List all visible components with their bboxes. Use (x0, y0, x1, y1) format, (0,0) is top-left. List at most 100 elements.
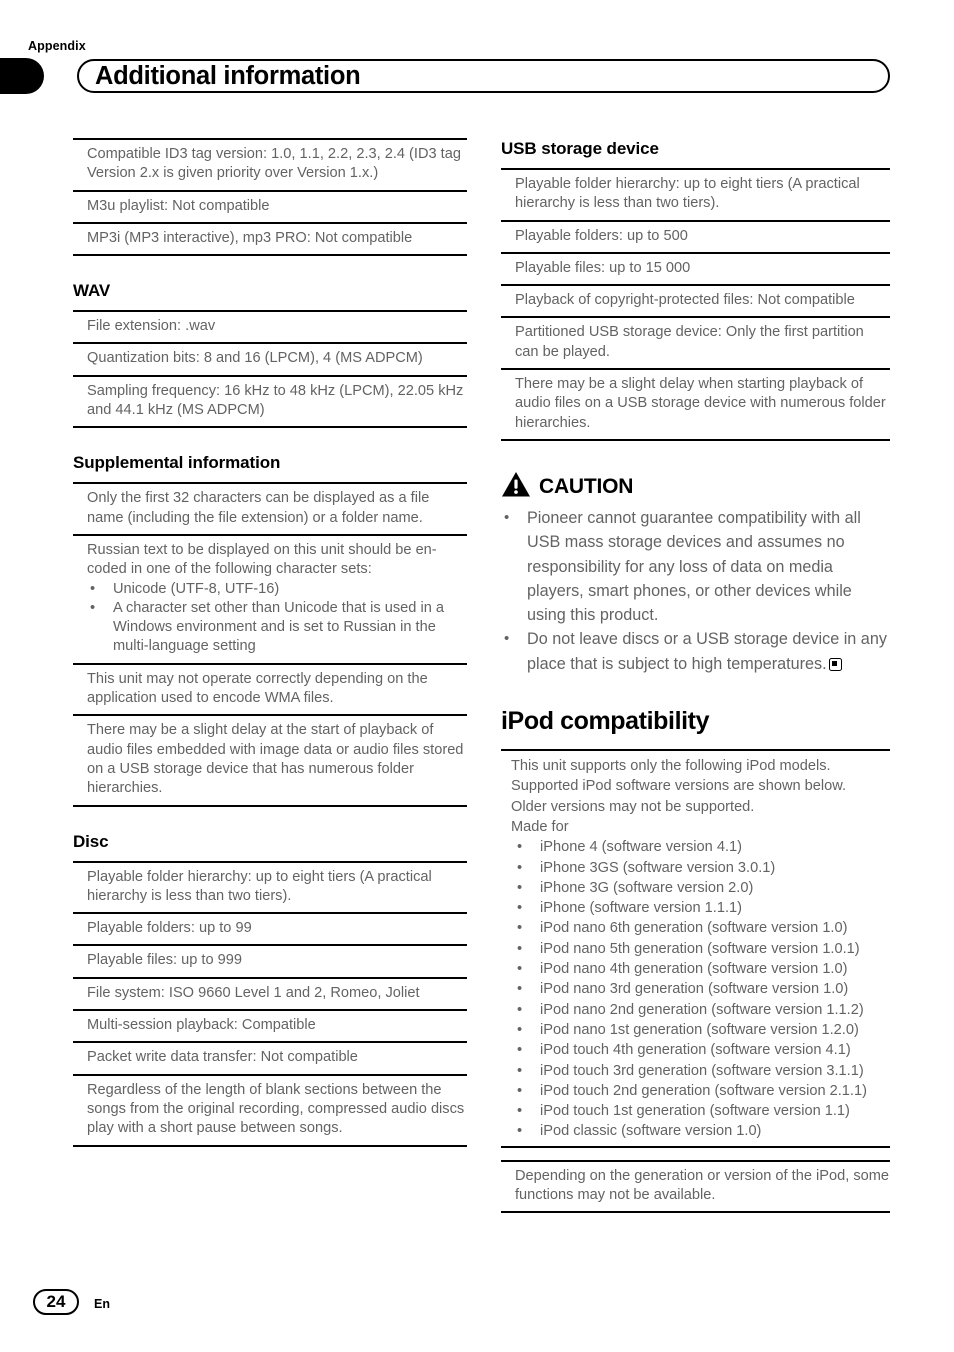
list-item-label: iPod nano 1st generation (software versi… (540, 1021, 859, 1038)
table-row: Quantization bits: 8 and 16 (LPCM), 4 (M… (73, 344, 467, 377)
list-item: • iPod nano 1st generation (software vers… (511, 1020, 890, 1040)
right-column: USB storage device Playable folder hiera… (501, 138, 890, 1214)
list-item: • Unicode (UTF-8, UTF-16) (87, 580, 467, 599)
heading-wav: WAV (73, 281, 111, 301)
table-row: Playable folder hierarchy: up to eight t… (501, 170, 890, 222)
list-item: • iPod touch 3rd generation (software ver… (511, 1061, 890, 1081)
table-row: Playable files: up to 999 (73, 946, 467, 979)
bullet-glyph: • (517, 1123, 523, 1140)
list-item: • iPod touch 4th generation (software ver… (511, 1040, 890, 1060)
bullet-glyph: • (517, 1042, 523, 1059)
ipod-models-body: This unit supports only the following iP… (501, 751, 890, 1146)
bullet-glyph: • (504, 630, 510, 648)
language-code: En (94, 1297, 110, 1311)
table-row: Playable folders: up to 99 (73, 914, 467, 947)
character-set-list: • Unicode (UTF-8, UTF-16) • A character se… (87, 580, 467, 657)
bullet-glyph: • (517, 1062, 523, 1079)
list-item: • iPod nano 4th generation (software vers… (511, 959, 890, 979)
table-row: Partitioned USB storage device: Only the… (501, 318, 890, 371)
disc-table: Playable folder hierarchy: up to eight t… (73, 860, 467, 1147)
table-row: MP3i (MP3 interactive), mp3 PRO: Not com… (87, 229, 413, 246)
list-item: • iPod touch 2nd generation (software ver… (511, 1081, 890, 1101)
id3-table: Compatible ID3 tag version: 1.0, 1.1, 2.… (73, 138, 467, 257)
table-row: Sampling frequency: 16 kHz to 48 kHz (LP… (87, 382, 464, 419)
list-item: • iPod nano 2nd generation (software vers… (511, 1000, 890, 1020)
bullet-glyph: • (517, 1082, 523, 1099)
list-item: • Do not leave discs or a USB storage de… (501, 627, 890, 676)
bullet-glyph: • (517, 900, 523, 917)
list-item: • iPod nano 5th generation (software vers… (511, 939, 890, 959)
ipod-intro-line: Made for (511, 818, 569, 835)
list-item-label: Unicode (UTF-8, UTF-16) (113, 580, 280, 597)
table-row: Depending on the generation or version o… (515, 1167, 890, 1203)
list-item: • Pioneer cannot guarantee compatibility… (501, 506, 890, 627)
ipod-note-table: Depending on the generation or version o… (501, 1159, 890, 1214)
table-row: File system: ISO 9660 Level 1 and 2, Rom… (73, 979, 467, 1012)
bullet-glyph: • (517, 879, 523, 896)
list-item-label: Pioneer cannot guarantee compatibility w… (527, 508, 861, 625)
ipod-intro-line: Older versions may not be supported. (511, 798, 755, 815)
bullet-glyph: • (90, 599, 96, 616)
bullet-glyph: • (517, 1001, 523, 1018)
wav-table: File extension: .wav Quantization bits: … (73, 310, 467, 429)
bullet-glyph: • (517, 1103, 523, 1120)
table-row: Playable folders: up to 500 (501, 222, 890, 254)
table-row: M3u playlist: Not compatible (73, 192, 467, 224)
bullet-glyph: • (90, 580, 96, 597)
list-item-label: iPod nano 2nd generation (software versi… (540, 1001, 864, 1018)
list-item-label: iPod touch 1st generation (software vers… (540, 1103, 850, 1120)
list-item: • iPod nano 6th generation (software vers… (511, 918, 890, 938)
heading-supplemental-information: Supplemental information (73, 453, 281, 473)
bullet-glyph: • (504, 508, 510, 526)
caution-list: • Pioneer cannot guarantee compatibility… (501, 506, 890, 676)
left-column: Compatible ID3 tag version: 1.0, 1.1, 2.… (73, 138, 467, 1147)
list-item: • iPod nano 3rd generation (software vers… (511, 979, 890, 999)
table-row: Playback of copyright-protected files: N… (501, 286, 890, 319)
appendix-label: Appendix (28, 39, 86, 53)
heading-ipod-compatibility: iPod compatibility (501, 707, 710, 736)
page-title: Additional information (95, 62, 361, 90)
table-row: This unit may not operate correctly depe… (73, 665, 467, 717)
caution-header: CAUTION (501, 471, 890, 498)
table-row: There may be a slight delay when startin… (515, 376, 886, 431)
list-item-label: iPhone 3GS (software version 3.0.1) (540, 859, 776, 876)
table-row: Playable files: up to 15 000 (501, 254, 890, 287)
list-item: • A character set other than Unicode that… (87, 599, 467, 657)
list-item-label: iPod classic (software version 1.0) (540, 1123, 762, 1140)
list-item-label: A character set other than Unicode that … (113, 599, 444, 655)
end-of-section-marker-icon (828, 657, 842, 671)
heading-disc: Disc (73, 831, 109, 851)
heading-usb-storage-device: USB storage device (501, 139, 659, 158)
list-item-label: iPod nano 6th generation (software versi… (540, 920, 848, 937)
table-row: Russian text to be displayed on this uni… (73, 536, 467, 665)
table-row: Multi-session playback: Compatible (73, 1011, 467, 1044)
bullet-glyph: • (517, 859, 523, 876)
list-item: • iPod classic (software version 1.0) (511, 1121, 890, 1141)
bullet-glyph: • (517, 839, 523, 856)
ipod-intro-line: This unit supports only the following iP… (511, 758, 831, 775)
list-item: • iPod touch 1st generation (software ver… (511, 1101, 890, 1121)
table-row: There may be a slight delay at the start… (87, 722, 464, 797)
warning-triangle-icon (502, 471, 530, 497)
list-item-label: iPod nano 3rd generation (software versi… (540, 981, 849, 998)
list-item: • iPhone (software version 1.1.1) (511, 898, 890, 918)
list-item-label: iPod touch 4th generation (software vers… (540, 1042, 851, 1059)
list-item-label: iPod touch 3rd generation (software vers… (540, 1062, 864, 1079)
table-row: Regardless of the length of blank sectio… (87, 1081, 465, 1137)
table-row: Packet write data transfer: Not compatib… (73, 1043, 467, 1076)
row-intro-text: Russian text to be displayed on this uni… (87, 541, 437, 578)
list-item: • iPhone 3G (software version 2.0) (511, 878, 890, 898)
ipod-models-table: This unit supports only the following iP… (501, 749, 890, 1148)
supplemental-table: Only the first 32 characters can be disp… (73, 482, 467, 807)
bullet-glyph: • (517, 1021, 523, 1038)
ipod-intro-line: Supported iPod software versions are sho… (511, 778, 847, 795)
list-item-label: iPod touch 2nd generation (software vers… (540, 1082, 867, 1099)
list-item-label: iPhone 3G (software version 2.0) (540, 879, 754, 896)
ipod-model-list: • iPhone 4 (software version 4.1) • iPhone… (511, 837, 890, 1141)
table-row: Only the first 32 characters can be disp… (73, 484, 467, 536)
bullet-glyph: • (517, 981, 523, 998)
caution-label: CAUTION (539, 474, 634, 498)
page-number-badge: 24 (33, 1289, 79, 1315)
list-item-label: iPod nano 4th generation (software versi… (540, 961, 848, 978)
bullet-glyph: • (517, 961, 523, 978)
